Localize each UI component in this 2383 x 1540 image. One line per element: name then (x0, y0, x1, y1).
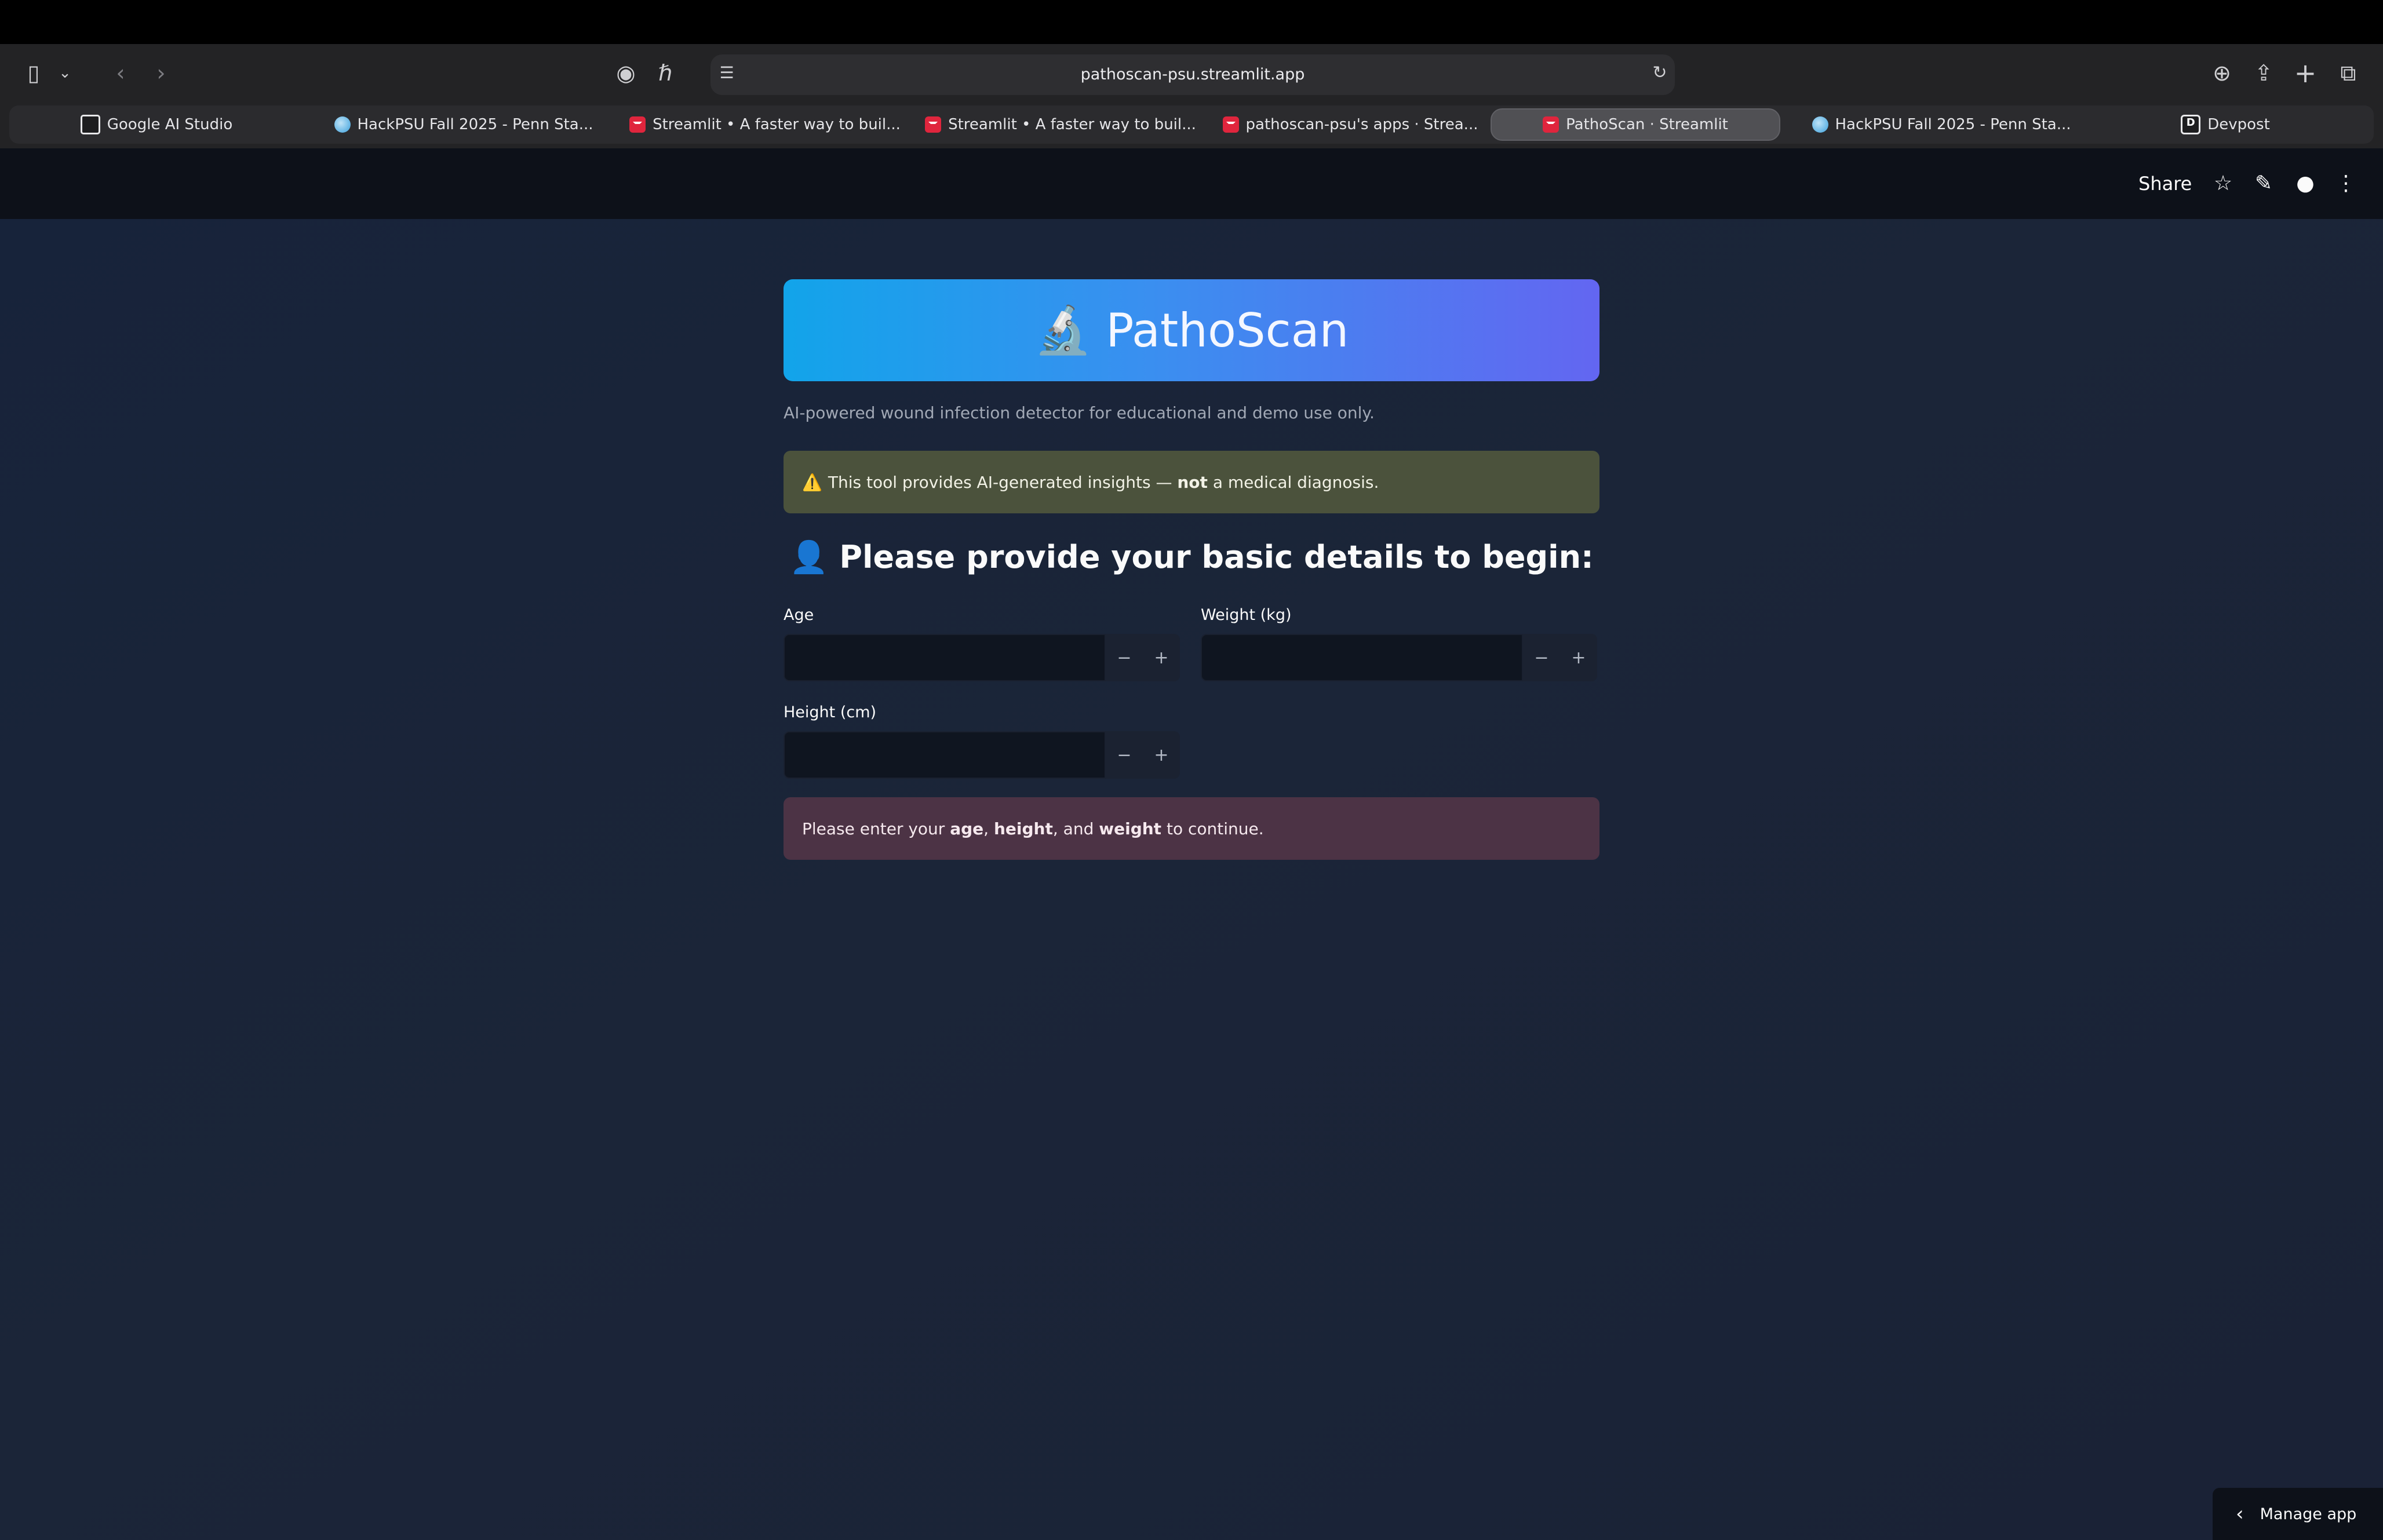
manage-app-button[interactable]: ‹ Manage app (2213, 1488, 2383, 1540)
decrement-button[interactable]: − (1534, 648, 1548, 668)
weight-label: Weight (kg) (1201, 606, 1292, 624)
tab-hackpsu-2[interactable]: HackPSU Fall 2025 - Penn Sta... (1808, 108, 2075, 141)
tab-pathoscan-apps[interactable]: pathoscan-psu's apps · Strea... (1217, 108, 1484, 141)
chevron-down-icon[interactable]: ⌄ (53, 44, 76, 102)
decrement-button[interactable]: − (1117, 648, 1131, 668)
chevron-left-icon: ‹ (2236, 1502, 2244, 1526)
age-stepper: − + (1106, 634, 1180, 681)
age-input[interactable] (784, 634, 1106, 681)
back-icon[interactable]: ‹ (104, 44, 137, 102)
details-heading-text: Please provide your basic details to beg… (839, 539, 1594, 575)
devpost-icon: D (2181, 115, 2201, 134)
new-tab-icon[interactable]: + (2289, 44, 2322, 102)
tab-label: Devpost (2207, 116, 2270, 133)
forward-icon[interactable]: › (145, 44, 177, 102)
extension-record-icon[interactable]: ◉ (610, 44, 642, 102)
github-icon[interactable]: ● (2288, 148, 2323, 219)
reload-icon[interactable]: ↻ (1644, 44, 1676, 102)
share-sheet-icon[interactable]: ⇪ (2247, 44, 2280, 102)
tab-google-ai-studio[interactable]: Google AI Studio (70, 108, 243, 141)
app-title: PathoScan (1106, 303, 1349, 357)
screen-top-bar (0, 0, 2383, 44)
sidebar-toggle-icon[interactable]: ▯ (17, 44, 50, 102)
extension-h-icon[interactable]: ℏ (649, 44, 682, 102)
tab-label: pathoscan-psu's apps · Strea... (1245, 116, 1478, 133)
more-vertical-icon[interactable]: ⋮ (2329, 148, 2363, 219)
hackpsu-icon (1812, 116, 1828, 133)
tab-streamlit-2[interactable]: Streamlit • A faster way to buil... (921, 108, 1200, 141)
warning-alert: ⚠️ This tool provides AI-generated insig… (784, 451, 1599, 513)
streamlit-icon (629, 116, 646, 133)
star-icon[interactable]: ☆ (2206, 148, 2240, 219)
warning-icon: ⚠️ (802, 472, 822, 492)
tab-hackpsu-1[interactable]: HackPSU Fall 2025 - Penn Sta... (330, 108, 597, 141)
downloads-icon[interactable]: ⊕ (2206, 44, 2238, 102)
tab-label: Google AI Studio (107, 116, 233, 133)
title-banner: 🔬 PathoScan (784, 279, 1599, 381)
decrement-button[interactable]: − (1117, 745, 1131, 765)
height-input[interactable] (784, 731, 1106, 779)
details-heading: 👤 Please provide your basic details to b… (784, 539, 1599, 576)
increment-button[interactable]: + (1154, 648, 1168, 668)
user-icon: 👤 (789, 539, 829, 575)
share-button[interactable]: Share (2138, 148, 2192, 219)
increment-button[interactable]: + (1154, 745, 1168, 765)
height-label: Height (cm) (784, 703, 877, 721)
warning-text: This tool provides AI-generated insights… (828, 472, 1379, 492)
weight-stepper: − + (1523, 634, 1597, 681)
google-ai-studio-icon (80, 115, 100, 134)
edit-icon[interactable]: ✎ (2246, 148, 2281, 219)
tab-pathoscan-active[interactable]: PathoScan · Streamlit (1491, 108, 1780, 141)
tab-streamlit-1[interactable]: Streamlit • A faster way to buil... (626, 108, 904, 141)
tab-label: PathoScan · Streamlit (1566, 116, 1728, 133)
url-text[interactable]: pathoscan-psu.streamlit.app (710, 54, 1675, 95)
tab-label: HackPSU Fall 2025 - Penn Sta... (1835, 116, 2071, 133)
age-label: Age (784, 606, 814, 624)
tab-label: HackPSU Fall 2025 - Penn Sta... (357, 116, 593, 133)
streamlit-icon (925, 116, 942, 133)
streamlit-icon (1222, 116, 1239, 133)
missing-details-alert: Please enter your age, height, and weigh… (784, 797, 1599, 860)
increment-button[interactable]: + (1571, 648, 1586, 668)
hackpsu-icon (334, 116, 351, 133)
streamlit-icon (1543, 116, 1559, 133)
app-subtitle: AI-powered wound infection detector for … (784, 403, 1375, 422)
tab-overview-icon[interactable]: ⧉ (2332, 44, 2364, 102)
streamlit-header (0, 148, 2383, 219)
tab-devpost[interactable]: D Devpost (2144, 108, 2307, 141)
weight-input[interactable] (1201, 634, 1523, 681)
microscope-icon: 🔬 (1034, 303, 1092, 357)
height-stepper: − + (1106, 731, 1180, 779)
tab-label: Streamlit • A faster way to buil... (653, 116, 901, 133)
manage-app-label: Manage app (2260, 1505, 2357, 1523)
tab-label: Streamlit • A faster way to buil... (948, 116, 1196, 133)
